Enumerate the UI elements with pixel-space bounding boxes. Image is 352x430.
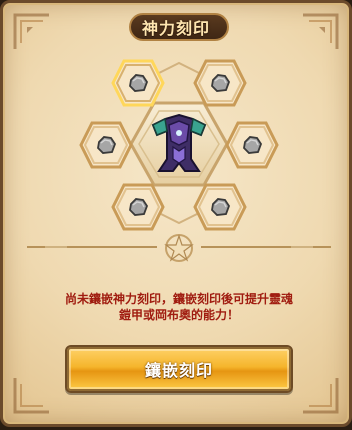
rune-stone-icon [129, 198, 149, 216]
rune-stone-icon [243, 136, 263, 154]
rune-slot-mid-right[interactable] [225, 121, 279, 169]
star-sigil-icon [164, 234, 194, 262]
description-line: 尚未鑲嵌神力刻印，鑲嵌刻印後可提升靈魂 [64, 292, 293, 306]
rune-stone-icon [129, 74, 149, 92]
inlay-rune-button-label: 鑲嵌刻印 [144, 361, 213, 380]
inlay-rune-button[interactable]: 鑲嵌刻印 [65, 345, 293, 393]
rune-stone-icon [211, 198, 231, 216]
rune-slot-top-right[interactable] [193, 59, 247, 107]
rune-slot-top-left[interactable] [111, 59, 165, 107]
rune-slot-bottom-right[interactable] [193, 183, 247, 231]
rune-slot-bottom-left[interactable] [111, 183, 165, 231]
description-text: 尚未鑲嵌神力刻印，鑲嵌刻印後可提升靈魂 鎧甲或岡布奧的能力！ [31, 291, 327, 323]
description-line: 鎧甲或岡布奧的能力！ [118, 308, 239, 322]
rune-stone-icon [97, 136, 117, 154]
dialog-panel: 神力刻印 尚未鑲嵌神力刻印，鑲嵌刻印後可提升靈魂 鎧甲或岡布奧的能力！ 鑲嵌刻印 [0, 0, 352, 427]
rune-slot-mid-left[interactable] [79, 121, 133, 169]
rune-stone-icon [211, 74, 231, 92]
